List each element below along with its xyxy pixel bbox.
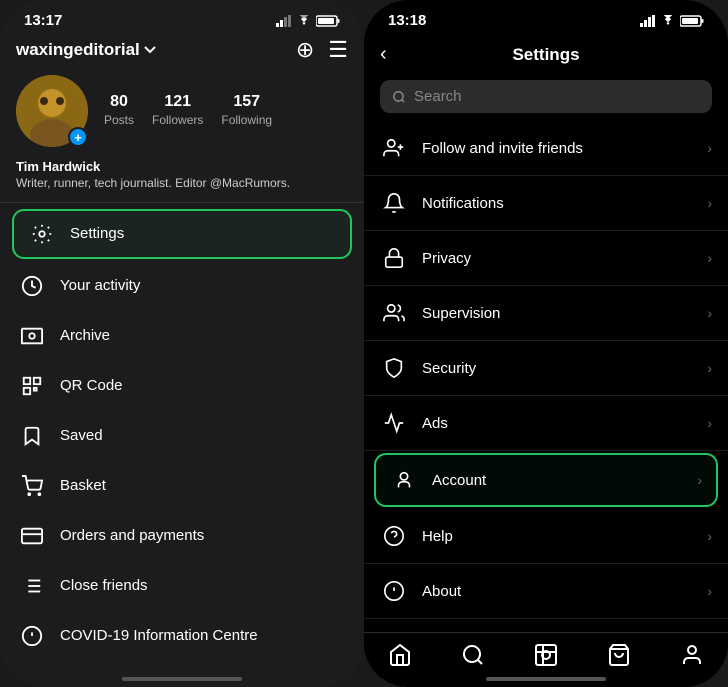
- header-icons: ⊕ ☰: [296, 37, 348, 63]
- search-placeholder: Search: [414, 88, 462, 105]
- settings-label: Settings: [70, 225, 124, 242]
- chevron-icon: ›: [707, 360, 712, 376]
- menu-item-saved[interactable]: Saved: [0, 411, 364, 461]
- nav-profile[interactable]: [680, 643, 704, 667]
- signal-icon-p2: [640, 15, 656, 27]
- phone2: 13:18 ‹ Settings Search Follow and invit…: [364, 0, 728, 687]
- signal-icon: [276, 15, 292, 27]
- settings-item-supervision[interactable]: Supervision ›: [364, 286, 728, 341]
- settings-item-notifications[interactable]: Notifications ›: [364, 176, 728, 231]
- phone1: 13:17 waxingeditorial ⊕ ☰: [0, 0, 364, 687]
- nav-reels[interactable]: [534, 643, 558, 667]
- archive-icon: [20, 324, 44, 348]
- help-icon: [380, 522, 408, 550]
- lock-icon: [380, 244, 408, 272]
- saved-icon: [20, 424, 44, 448]
- qr-icon: [20, 374, 44, 398]
- avatar[interactable]: +: [16, 75, 88, 147]
- divider: [0, 202, 364, 203]
- following-stat[interactable]: 157 Following: [221, 93, 272, 129]
- chevron-icon: ›: [707, 250, 712, 266]
- settings-item-ads[interactable]: Ads ›: [364, 396, 728, 451]
- back-button[interactable]: ‹: [380, 39, 395, 70]
- menu-item-your-activity[interactable]: Your activity: [0, 261, 364, 311]
- activity-icon: [20, 274, 44, 298]
- profile-bio: Writer, runner, tech journalist. Editor …: [0, 175, 364, 202]
- battery-icon: [316, 15, 340, 27]
- settings-item-follow[interactable]: Follow and invite friends ›: [364, 121, 728, 176]
- chevron-down-icon: [144, 46, 156, 54]
- chevron-icon: ›: [707, 140, 712, 156]
- search-bar[interactable]: Search: [380, 80, 712, 113]
- settings-item-about[interactable]: About ›: [364, 564, 728, 619]
- profile-info: + 80 Posts 121 Followers 157 Following: [0, 71, 364, 157]
- close-friends-icon: [20, 574, 44, 598]
- account-icon: [390, 466, 418, 494]
- menu-item-orders[interactable]: Orders and payments: [0, 511, 364, 561]
- chevron-icon: ›: [707, 415, 712, 431]
- menu-item-qr-code[interactable]: QR Code: [0, 361, 364, 411]
- battery-icon-p2: [680, 15, 704, 27]
- bell-icon: [380, 189, 408, 217]
- wifi-icon: [296, 15, 312, 27]
- shop-icon: [607, 643, 631, 667]
- nav-shop[interactable]: [607, 643, 631, 667]
- status-icons-phone2: [640, 15, 704, 27]
- menu-item-settings[interactable]: Settings: [12, 209, 352, 259]
- settings-item-account[interactable]: Account ›: [374, 453, 718, 507]
- shield-icon: [380, 354, 408, 382]
- orders-icon: [20, 524, 44, 548]
- profile-name: Tim Hardwick: [0, 157, 364, 175]
- menu-item-archive[interactable]: Archive: [0, 311, 364, 361]
- home-indicator-phone2: [486, 677, 606, 681]
- settings-icon: [30, 222, 54, 246]
- posts-stat: 80 Posts: [104, 93, 134, 129]
- settings-item-security[interactable]: Security ›: [364, 341, 728, 396]
- time-phone1: 13:17: [24, 12, 62, 29]
- phone1-header: waxingeditorial ⊕ ☰: [0, 33, 364, 71]
- followers-stat[interactable]: 121 Followers: [152, 93, 203, 129]
- menu-icon[interactable]: ☰: [328, 37, 348, 63]
- wifi-icon-p2: [660, 15, 676, 27]
- covid-icon: [20, 624, 44, 648]
- supervision-icon: [380, 299, 408, 327]
- home-indicator-phone1: [122, 677, 242, 681]
- reels-icon: [534, 643, 558, 667]
- settings-header: ‹ Settings: [364, 33, 728, 80]
- menu-item-close-friends[interactable]: Close friends: [0, 561, 364, 611]
- add-post-icon[interactable]: ⊕: [296, 37, 314, 63]
- chevron-icon: ›: [697, 472, 702, 488]
- status-bar-phone2: 13:18: [364, 0, 728, 33]
- basket-icon: [20, 474, 44, 498]
- nav-home[interactable]: [388, 643, 412, 667]
- menu-item-basket[interactable]: Basket: [0, 461, 364, 511]
- home-icon: [388, 643, 412, 667]
- chevron-icon: ›: [707, 528, 712, 544]
- profile-nav-icon: [680, 643, 704, 667]
- settings-title: Settings: [512, 45, 579, 65]
- search-nav-icon: [461, 643, 485, 667]
- add-avatar-btn[interactable]: +: [68, 127, 88, 147]
- status-bar-phone1: 13:17: [0, 0, 364, 33]
- stats-row: 80 Posts 121 Followers 157 Following: [104, 93, 272, 129]
- info-icon: [380, 577, 408, 605]
- menu-item-covid[interactable]: COVID-19 Information Centre: [0, 611, 364, 661]
- ads-icon: [380, 409, 408, 437]
- chevron-icon: ›: [707, 583, 712, 599]
- search-icon: [392, 90, 406, 104]
- username-display[interactable]: waxingeditorial: [16, 40, 156, 60]
- settings-item-privacy[interactable]: Privacy ›: [364, 231, 728, 286]
- chevron-icon: ›: [707, 305, 712, 321]
- nav-search[interactable]: [461, 643, 485, 667]
- time-phone2: 13:18: [388, 12, 426, 29]
- follow-icon: [380, 134, 408, 162]
- status-icons-phone1: [276, 15, 340, 27]
- chevron-icon: ›: [707, 195, 712, 211]
- settings-item-help[interactable]: Help ›: [364, 509, 728, 564]
